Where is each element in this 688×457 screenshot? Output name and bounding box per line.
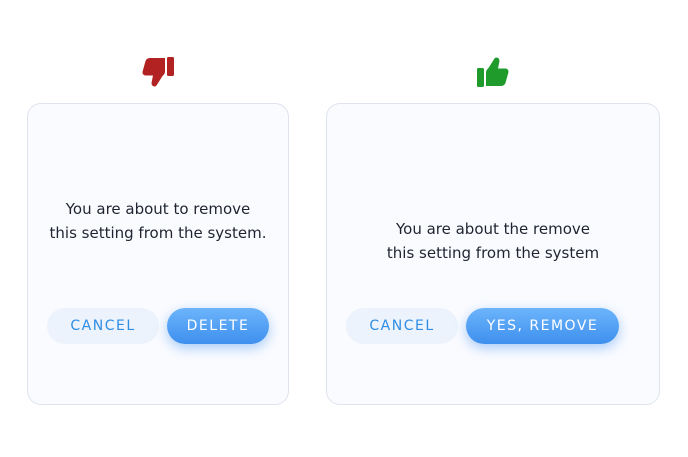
cancel-button[interactable]: CANCEL — [346, 308, 458, 344]
thumbs-down-icon — [140, 54, 176, 90]
yes-remove-button[interactable]: YES, REMOVE — [466, 308, 619, 344]
delete-button[interactable]: DELETE — [167, 308, 269, 344]
dialog-message: You are about the remove this setting fr… — [327, 217, 659, 265]
dialog-message-line1: You are about to remove — [65, 200, 251, 218]
cancel-button[interactable]: CANCEL — [47, 308, 159, 344]
dialog-message-line2: this setting from the system — [386, 244, 600, 262]
dialog-message-line2: this setting from the system. — [49, 224, 267, 242]
dialog-message: You are about to remove this setting fro… — [28, 197, 288, 245]
dialog-message-line1: You are about the remove — [395, 220, 591, 238]
dialog-good-example: You are about the remove this setting fr… — [326, 103, 660, 405]
thumbs-up-icon — [475, 54, 511, 90]
dialog-bad-example: You are about to remove this setting fro… — [27, 103, 289, 405]
